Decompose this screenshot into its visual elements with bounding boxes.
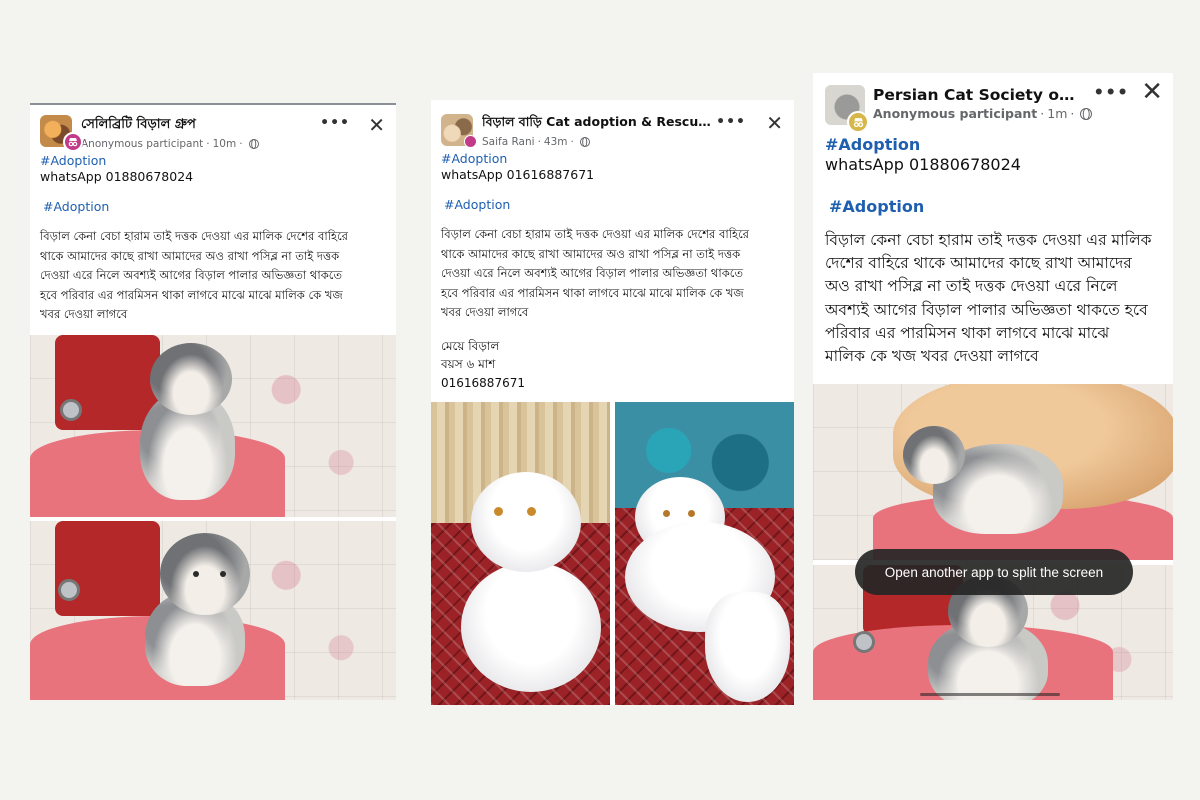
paragraph-line: হবে পরিবার এর পারমিসন থাকা লাগবে মাঝে মা… (40, 287, 343, 302)
cat-info: মেয়ে বিড়াল বয়স ৬ মাশ 01616887671 (441, 337, 784, 393)
meta-separator: · (239, 138, 243, 150)
hashtag-link[interactable]: #Adoption (825, 197, 1161, 217)
meta-separator: · (570, 136, 574, 148)
post-photo[interactable] (813, 384, 1173, 560)
post-photo[interactable] (431, 402, 610, 705)
post-card-1: সেলিব্রিটি বিড়াল গ্রুপ Anonymous partic… (30, 103, 396, 700)
paragraph-line: মালিক কে খজ খবর দেওয়া লাগবে (825, 347, 1039, 366)
post-body: #Adoption whatsApp 01880678024 #Adoption… (30, 153, 396, 325)
paragraph-line: দেওয়া এরে নিলে অবশ্যই আগের বিড়াল পালার… (441, 266, 743, 281)
paragraph-line: দেশের বাহিরে থাকে আমাদের কাছে রাখা আমাদে… (825, 254, 1132, 273)
paragraph-line: খবর দেওয়া লাগবে (441, 305, 529, 320)
paragraph-line: অবশ্যই আগের বিড়াল পালার অভিজ্ঞতা থাকতে … (825, 300, 1148, 319)
paragraph-line: থাকে আমাদের কাছে রাখা আমাদের অও রাখা পসি… (40, 248, 340, 263)
info-line: 01616887671 (441, 375, 525, 390)
post-meta: Saifa Rani · 43m · (482, 136, 784, 148)
post-paragraph: বিড়াল কেনা বেচা হারাম তাই দত্তক দেওয়া … (40, 227, 386, 325)
post-paragraph: বিড়াল কেনা বেচা হারাম তাই দত্তক দেওয়া … (825, 229, 1161, 368)
post-body: #Adoption whatsApp 01880678024 #Adoption… (813, 135, 1173, 368)
user-avatar-badge (464, 135, 477, 148)
meta-separator: · (1070, 106, 1075, 121)
post-time[interactable]: 10m (213, 138, 237, 150)
author-name[interactable]: Anonymous participant (81, 138, 203, 150)
group-avatar[interactable] (441, 114, 477, 148)
meta-separator: · (1040, 106, 1045, 121)
contact-line: whatsApp 01880678024 (825, 155, 1021, 174)
paragraph-line: বিড়াল কেনা বেচা হারাম তাই দত্তক দেওয়া … (441, 227, 750, 241)
close-icon[interactable]: ✕ (1141, 77, 1163, 107)
info-line: মেয়ে বিড়াল (441, 338, 500, 353)
post-photo[interactable] (30, 521, 396, 700)
post-paragraph: বিড়াল কেনা বেচা হারাম তাই দত্তক দেওয়া … (441, 225, 784, 323)
group-avatar[interactable] (40, 115, 83, 152)
more-options-icon[interactable]: ••• (320, 115, 350, 131)
post-body: #Adoption whatsApp 01616887671 #Adoption… (431, 151, 794, 392)
paragraph-line: পরিবার এর পারমিসন থাকা লাগবে মাঝে মাঝে (825, 323, 1110, 342)
post-header: বিড়াল বাড়ি Cat adoption & Rescue Soc..… (431, 100, 794, 148)
post-card-3: Persian Cat Society of Dh... Anonymous p… (813, 73, 1173, 700)
globe-icon (579, 137, 590, 147)
close-icon[interactable]: ✕ (368, 113, 385, 137)
paragraph-line: খবর দেওয়া লাগবে (40, 307, 128, 322)
post-card-2: বিড়াল বাড়ি Cat adoption & Rescue Soc..… (431, 100, 794, 705)
post-photo[interactable] (30, 335, 396, 517)
hashtag-link[interactable]: #Adoption (441, 197, 784, 213)
post-header: Persian Cat Society of Dh... Anonymous p… (813, 73, 1173, 133)
info-line: বয়স ৬ মাশ (441, 357, 496, 372)
post-photo[interactable] (615, 402, 794, 705)
contact-line: whatsApp 01616887671 (441, 167, 595, 182)
paragraph-line: বিড়াল কেনা বেচা হারাম তাই দত্তক দেওয়া … (825, 231, 1152, 249)
contact-line: whatsApp 01880678024 (40, 169, 194, 184)
paragraph-line: দেওয়া এরে নিলে অবশ্যই আগের বিড়াল পালার… (40, 268, 342, 283)
group-avatar[interactable] (825, 85, 869, 133)
paragraph-line: বিড়াল কেনা বেচা হারাম তাই দত্তক দেওয়া … (40, 229, 349, 243)
split-screen-toast: Open another app to split the screen (855, 549, 1133, 595)
author-name[interactable]: Anonymous participant (873, 106, 1037, 121)
hashtag-link[interactable]: #Adoption (441, 151, 784, 167)
close-icon[interactable]: ✕ (766, 111, 783, 135)
more-options-icon[interactable]: ••• (716, 114, 746, 130)
anonymous-badge-icon (847, 111, 869, 133)
paragraph-line: হবে পরিবার এর পারমিসন থাকা লাগবে মাঝে মা… (441, 285, 744, 300)
globe-icon (248, 139, 259, 149)
home-indicator[interactable] (920, 693, 1060, 696)
post-header: সেলিব্রিটি বিড়াল গ্রুপ Anonymous partic… (30, 105, 396, 153)
post-time[interactable]: 43m (544, 136, 568, 148)
paragraph-line: অও রাখা পসিব্ল না তাই দত্তক দেওয়া এরে ন… (825, 277, 1118, 296)
paragraph-line: থাকে আমাদের কাছে রাখা আমাদের অও রাখা পসি… (441, 246, 741, 261)
globe-icon (1080, 107, 1093, 120)
anonymous-badge-icon (63, 132, 83, 152)
hashtag-link[interactable]: #Adoption (40, 199, 386, 215)
post-meta: Anonymous participant · 1m · (873, 106, 1161, 121)
author-name[interactable]: Saifa Rani (482, 136, 535, 148)
meta-separator: · (206, 138, 210, 150)
hashtag-link[interactable]: #Adoption (825, 135, 1161, 155)
photo-grid: Open another app to split the screen (813, 384, 1173, 700)
post-time[interactable]: 1m (1047, 106, 1067, 121)
post-meta: Anonymous participant · 10m · (81, 138, 386, 150)
more-options-icon[interactable]: ••• (1093, 83, 1129, 103)
meta-separator: · (537, 136, 541, 148)
photo-grid (431, 402, 794, 705)
hashtag-link[interactable]: #Adoption (40, 153, 386, 169)
